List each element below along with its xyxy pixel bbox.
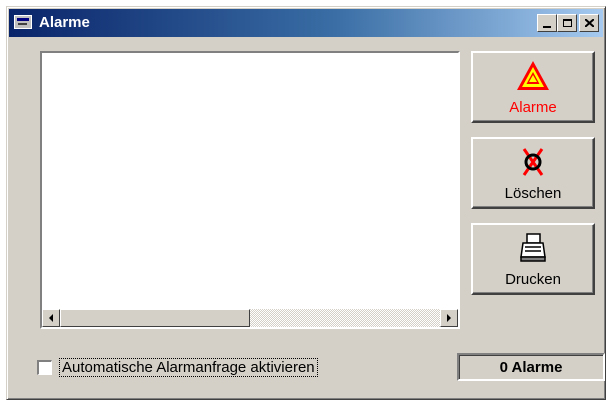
drucken-button-label: Drucken (505, 271, 561, 288)
app-window-icon[interactable] (14, 15, 32, 29)
scroll-right-button[interactable] (440, 309, 458, 327)
alarme-window: Alarme Alarme Löschen Drucken Automatisc… (6, 6, 606, 400)
maximize-button[interactable] (557, 14, 577, 32)
loeschen-button-label: Löschen (504, 185, 562, 202)
title-bar[interactable]: Alarme (9, 9, 603, 37)
minimize-button[interactable] (537, 14, 557, 32)
window-title: Alarme (39, 14, 90, 31)
minimize-icon (543, 26, 551, 28)
alarme-button-label: Alarme (509, 99, 557, 116)
drucken-button[interactable]: Drucken (471, 223, 595, 295)
delete-x-icon (522, 148, 544, 176)
auto-query-label[interactable]: Automatische Alarmanfrage aktivieren (59, 358, 318, 377)
close-button[interactable] (579, 14, 599, 32)
auto-query-checkbox[interactable] (37, 360, 52, 375)
alarme-button[interactable]: Alarme (471, 51, 595, 123)
arrow-left-icon (49, 314, 53, 322)
scroll-left-button[interactable] (42, 309, 60, 327)
warning-triangle-icon (517, 61, 549, 90)
horizontal-scrollbar[interactable] (42, 309, 458, 327)
alarm-count-text: 0 Alarme (499, 358, 563, 376)
scroll-thumb[interactable] (60, 309, 250, 327)
alarm-list[interactable] (40, 51, 460, 329)
arrow-right-icon (447, 314, 451, 322)
alarm-count-status: 0 Alarme (457, 353, 605, 381)
close-icon (584, 19, 594, 27)
loeschen-button[interactable]: Löschen (471, 137, 595, 209)
printer-icon (520, 233, 546, 262)
maximize-icon (562, 19, 572, 27)
